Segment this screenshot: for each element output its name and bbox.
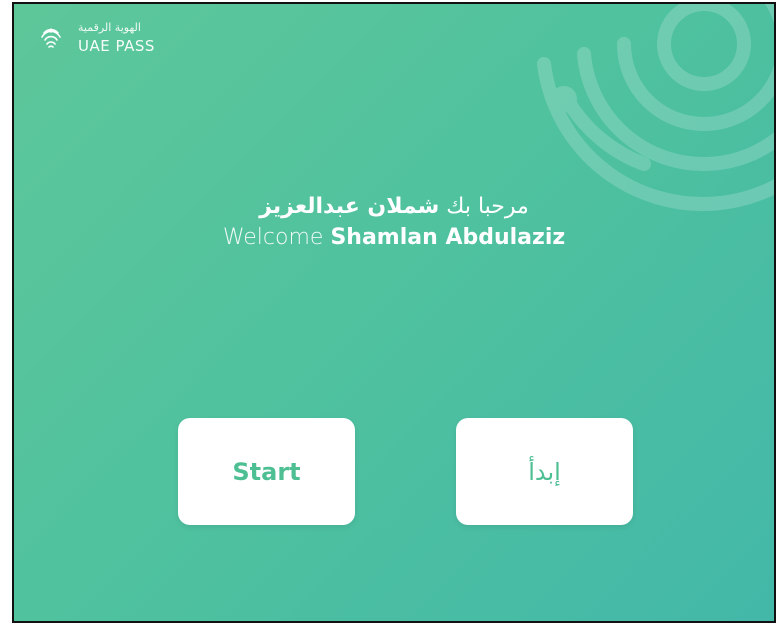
greeting-english: Welcome (222, 225, 324, 250)
uae-pass-logo: الهوية الرقمية UAE PASS (36, 22, 155, 54)
user-name-arabic: شملان عبدالعزيز (259, 194, 440, 219)
logo-text: الهوية الرقمية UAE PASS (78, 22, 155, 54)
welcome-english: Welcome Shamlan Abdulaziz (14, 225, 774, 250)
start-button-arabic-label: إبدأ (528, 457, 561, 486)
start-button-label: Start (232, 457, 301, 486)
logo-text-english: UAE PASS (78, 37, 155, 55)
logo-text-arabic: الهوية الرقمية (78, 21, 141, 34)
user-name-english: Shamlan Abdulaziz (330, 225, 566, 250)
fingerprint-logo-icon (41, 28, 61, 48)
uae-pass-welcome-screen: الهوية الرقمية UAE PASS مرحبا بك شملان ع… (12, 2, 776, 623)
fingerprint-background-icon (537, 4, 774, 211)
welcome-arabic: مرحبا بك شملان عبدالعزيز (14, 194, 774, 219)
greeting-arabic: مرحبا بك (446, 194, 529, 219)
start-button[interactable]: Start (178, 418, 355, 525)
welcome-message: مرحبا بك شملان عبدالعزيز Welcome Shamlan… (14, 194, 774, 250)
start-button-arabic[interactable]: إبدأ (456, 418, 633, 525)
